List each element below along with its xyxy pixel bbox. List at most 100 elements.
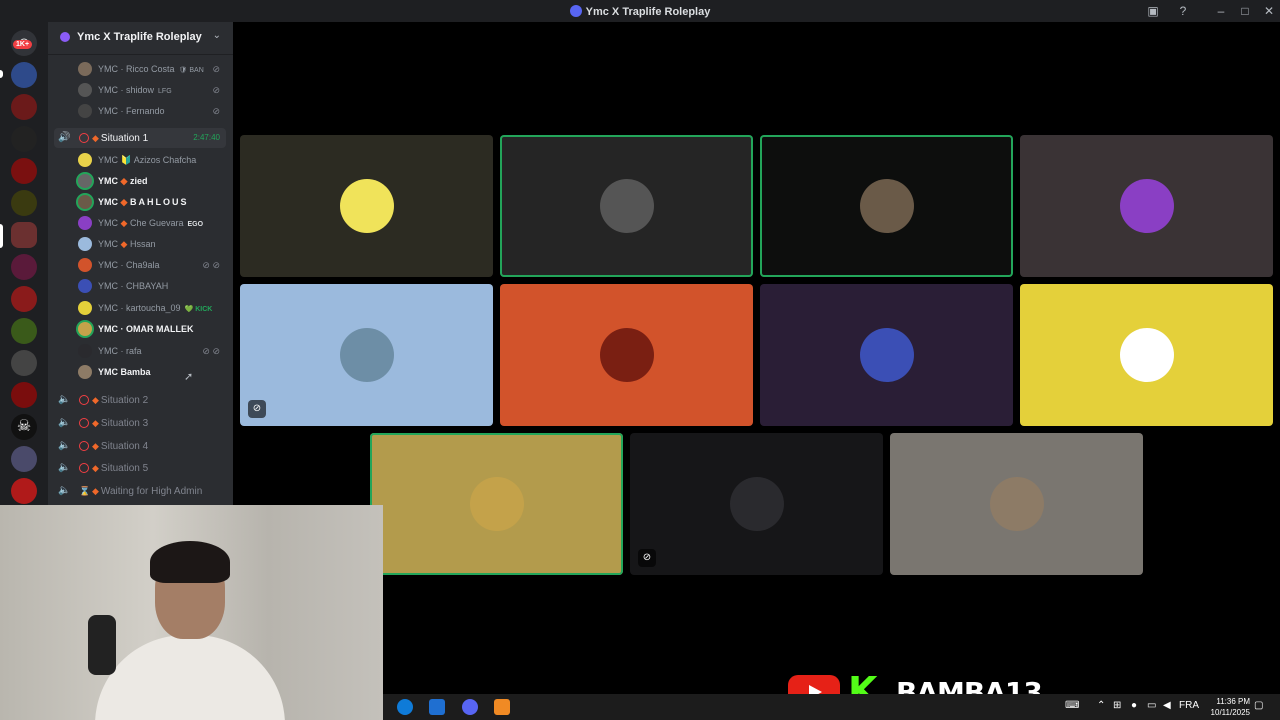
participant-tile[interactable] bbox=[500, 284, 753, 426]
no-entry-icon bbox=[79, 418, 89, 428]
no-entry-icon bbox=[79, 441, 89, 451]
speaker-icon: 🔈 bbox=[58, 485, 71, 496]
keyboard-icon[interactable]: ⌨ bbox=[1065, 700, 1079, 711]
server-icon[interactable] bbox=[11, 382, 37, 408]
voice-channel[interactable]: 🔈 ◆ Situation 3 bbox=[54, 413, 226, 433]
voice-channel[interactable]: 🔈 ◆ Situation 5 bbox=[54, 458, 226, 478]
mute-icon: ⊘ ⊘ bbox=[202, 260, 220, 270]
minimize-button[interactable]: – bbox=[1213, 3, 1229, 19]
avatar bbox=[78, 344, 92, 358]
notification-icon[interactable]: ▢ bbox=[1254, 700, 1263, 711]
voice-member[interactable]: YMC · kartoucha_09 💚 KICK bbox=[78, 298, 228, 318]
participant-tile[interactable] bbox=[760, 135, 1013, 277]
avatar bbox=[78, 279, 92, 293]
discord-icon[interactable] bbox=[462, 699, 478, 715]
server-icon[interactable] bbox=[11, 478, 37, 504]
avatar bbox=[78, 301, 92, 315]
participant-tile[interactable]: ⊘ bbox=[630, 433, 883, 575]
title-bar: Ymc X Traplife Roleplay ▣ ? – □ ✕ bbox=[0, 0, 1280, 22]
edge-icon[interactable] bbox=[397, 699, 413, 715]
participant-tile[interactable] bbox=[760, 284, 1013, 426]
voice-channel[interactable]: 🔈 ◆ Situation 2 bbox=[54, 390, 226, 410]
voice-member[interactable]: YMC Bamba bbox=[78, 362, 228, 382]
avatar bbox=[600, 179, 654, 233]
tray-chevron-icon[interactable]: ⌃ bbox=[1097, 700, 1105, 711]
server-icon[interactable] bbox=[11, 62, 37, 88]
participant-tile[interactable]: ⊘ bbox=[240, 284, 493, 426]
language-indicator[interactable]: FRA bbox=[1179, 700, 1199, 711]
avatar bbox=[78, 83, 92, 97]
unread-badge: 1K+ bbox=[13, 40, 33, 49]
clock[interactable]: 11:36 PM 10/11/2025 bbox=[1211, 696, 1250, 718]
network-icon[interactable]: ⊞ bbox=[1113, 700, 1121, 711]
avatar bbox=[1120, 328, 1174, 382]
participant-tile[interactable] bbox=[500, 135, 753, 277]
volume-icon[interactable]: ◀ bbox=[1163, 700, 1171, 711]
server-icon[interactable] bbox=[11, 158, 37, 184]
avatar bbox=[340, 179, 394, 233]
help-icon[interactable]: ? bbox=[1175, 3, 1191, 19]
server-icon[interactable] bbox=[11, 190, 37, 216]
stream-muted-icon: ⊘ bbox=[248, 400, 266, 418]
voice-member[interactable]: YMC · CHBAYAH bbox=[78, 276, 228, 296]
server-icon[interactable] bbox=[11, 254, 37, 280]
server-icon[interactable] bbox=[11, 126, 37, 152]
battery-icon[interactable]: ▭ bbox=[1147, 700, 1156, 711]
voice-member[interactable]: YMC · Fernando ⊘ bbox=[78, 101, 228, 121]
voice-member[interactable]: YMC · shidow LFG ⊘ bbox=[78, 80, 228, 100]
participant-tile[interactable] bbox=[240, 135, 493, 277]
voice-member[interactable]: YMC ◆ zied bbox=[78, 171, 228, 191]
store-icon[interactable] bbox=[429, 699, 445, 715]
stream-muted-icon: ⊘ bbox=[638, 549, 656, 567]
server-icon[interactable] bbox=[11, 446, 37, 472]
voice-member[interactable]: YMC · Ricco Costa 🛡 BAN ⊘ bbox=[78, 59, 228, 79]
avatar bbox=[1120, 179, 1174, 233]
cursor-icon: ➚ bbox=[184, 371, 194, 383]
webcam-overlay bbox=[0, 505, 383, 720]
server-logo-icon bbox=[569, 5, 582, 17]
server-icon[interactable] bbox=[11, 350, 37, 376]
chevron-down-icon[interactable]: ⌄ bbox=[213, 30, 221, 41]
avatar bbox=[78, 237, 92, 251]
avatar bbox=[78, 216, 92, 230]
server-icon[interactable] bbox=[11, 286, 37, 312]
avatar bbox=[470, 477, 524, 531]
skull-server-icon[interactable]: ☠ bbox=[11, 414, 37, 440]
speaker-icon: 🔈 bbox=[58, 417, 71, 428]
avatar bbox=[78, 174, 92, 188]
voice-channel[interactable]: 🔈 ⌛ ◆ Waiting for High Admin bbox=[54, 481, 226, 501]
maximize-button[interactable]: □ bbox=[1237, 3, 1253, 19]
avatar bbox=[860, 179, 914, 233]
microphone-icon bbox=[88, 615, 116, 675]
guild-name: Ymc X Traplife Roleplay bbox=[77, 31, 202, 43]
voice-member[interactable]: YMC · Cha9ala ⊘ ⊘ bbox=[78, 255, 228, 275]
avatar bbox=[78, 153, 92, 167]
channel-list: Ymc X Traplife Roleplay ⌄ YMC · Ricco Co… bbox=[48, 22, 233, 510]
voice-member[interactable]: YMC ◆ Hssan bbox=[78, 234, 228, 254]
microphone-icon[interactable]: ● bbox=[1131, 700, 1137, 711]
server-pill bbox=[0, 70, 3, 78]
participant-tile[interactable] bbox=[1020, 284, 1273, 426]
taskbar: ⌨ ⌃ ⊞ ● ▭ ◀ FRA 11:36 PM 10/11/2025 ▢ bbox=[383, 694, 1280, 720]
participant-tile[interactable] bbox=[890, 433, 1143, 575]
voice-member[interactable]: YMC · OMAR MALLEK bbox=[78, 319, 228, 339]
guild-header[interactable]: Ymc X Traplife Roleplay ⌄ bbox=[48, 22, 233, 55]
voice-channel-current[interactable]: 🔊 ◆ Situation 1 2:47:40 bbox=[54, 128, 226, 148]
voice-member[interactable]: YMC 🔰 Azizos Chafcha bbox=[78, 150, 228, 170]
voice-member[interactable]: YMC ◆ Che Guevara EGO bbox=[78, 213, 228, 233]
avatar bbox=[78, 62, 92, 76]
deafen-icon: ⊘ bbox=[212, 85, 220, 95]
voice-member[interactable]: YMC ◆ BAHLOUS bbox=[78, 192, 228, 212]
voice-member[interactable]: YMC · rafa ⊘ ⊘ bbox=[78, 341, 228, 361]
avatar bbox=[860, 328, 914, 382]
voice-channel[interactable]: 🔈 ◆ Situation 4 bbox=[54, 436, 226, 456]
server-icon[interactable] bbox=[11, 94, 37, 120]
close-button[interactable]: ✕ bbox=[1261, 3, 1277, 19]
speaker-icon: 🔈 bbox=[58, 440, 71, 451]
participant-tile[interactable] bbox=[370, 433, 623, 575]
app-icon[interactable] bbox=[494, 699, 510, 715]
server-icon[interactable] bbox=[11, 318, 37, 344]
active-server-icon[interactable] bbox=[11, 222, 37, 248]
participant-tile[interactable] bbox=[1020, 135, 1273, 277]
inbox-icon[interactable]: ▣ bbox=[1145, 3, 1161, 19]
